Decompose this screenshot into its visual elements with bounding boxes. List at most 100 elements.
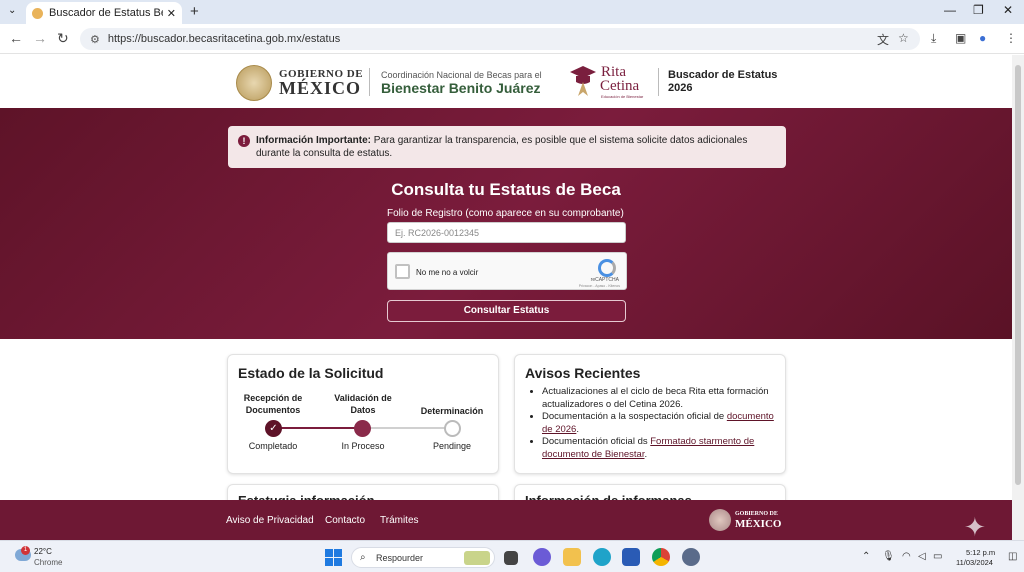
tray-chevron-icon[interactable]: ⌃ bbox=[862, 551, 870, 562]
footer-gob-line2: MÉXICO bbox=[735, 518, 782, 530]
divider bbox=[369, 68, 370, 96]
back-icon[interactable]: ← bbox=[9, 30, 23, 46]
gob-line2: MÉXICO bbox=[279, 78, 361, 98]
maximize-icon[interactable]: ❐ bbox=[973, 3, 984, 17]
browser-toolbar: ← → ↻ ⚙ https://buscador.becasritacetina… bbox=[0, 24, 1024, 54]
news-item: Documentación a la sospectación oficial … bbox=[542, 411, 774, 436]
chat-icon[interactable] bbox=[533, 548, 551, 566]
step-status: Completado bbox=[248, 441, 298, 451]
step-label: Determinación bbox=[420, 406, 484, 416]
address-bar[interactable]: ⚙ https://buscador.becasritacetina.gob.m… bbox=[80, 28, 920, 50]
graduation-cap-logo-icon bbox=[570, 66, 596, 96]
clock-date[interactable]: 11/03/2024 bbox=[956, 558, 993, 567]
close-tab-icon[interactable]: ✕ bbox=[167, 7, 176, 20]
weather-badge: 1 bbox=[21, 546, 30, 555]
news-text: Documentación oficial ds bbox=[542, 436, 651, 447]
exclamation-icon: ! bbox=[238, 135, 250, 147]
step-status: Pendinge bbox=[432, 441, 472, 451]
form-title: Consulta tu Estatus de Beca bbox=[391, 180, 621, 199]
alert-bold: Información Importante: bbox=[256, 135, 372, 146]
footer-link-contacto[interactable]: Contacto bbox=[325, 515, 365, 526]
step-pending-dot bbox=[444, 420, 461, 437]
close-window-icon[interactable]: ✕ bbox=[1003, 3, 1013, 17]
divider bbox=[658, 68, 659, 96]
folio-label: Folio de Registro (como aparece en su co… bbox=[387, 208, 624, 219]
progress-line-pending bbox=[363, 427, 453, 429]
file-explorer-icon[interactable] bbox=[563, 548, 581, 566]
footer-gob-line1: GOBIERNO DE bbox=[735, 511, 778, 517]
cetina-text: Cetina bbox=[600, 78, 640, 94]
status-card-title: Estado de la Solicitud bbox=[238, 365, 384, 381]
store-icon[interactable] bbox=[622, 548, 640, 566]
microphone-icon[interactable]: 🎙 bbox=[882, 551, 895, 562]
progress-line-done bbox=[273, 427, 363, 429]
info-alert: ! Información Importante: Para garantiza… bbox=[228, 126, 786, 168]
step-label: Recepción de Documentos bbox=[243, 393, 303, 415]
weather-sub: Chrome bbox=[34, 558, 63, 567]
site-footer bbox=[0, 500, 1012, 540]
step-current-dot bbox=[354, 420, 371, 437]
download-icon[interactable]: ⤓ bbox=[931, 31, 936, 46]
news-text: Actualizaciones al el ciclo de beca Rita… bbox=[542, 386, 769, 410]
gobierno-seal-icon bbox=[236, 65, 272, 101]
step-done-check-icon: ✓ bbox=[265, 420, 282, 437]
footer-seal-icon bbox=[709, 509, 731, 531]
recaptcha-widget: No me no a volcir reCAPTCHA Privacon - A… bbox=[387, 252, 627, 290]
profile-icon[interactable]: ● bbox=[979, 31, 986, 45]
site-info-icon[interactable]: ⚙ bbox=[90, 33, 100, 46]
windows-start-icon[interactable] bbox=[325, 549, 342, 566]
buscador-title: Buscador de Estatus bbox=[668, 69, 778, 81]
minimize-icon[interactable]: — bbox=[944, 3, 956, 17]
news-text: Documentación a la sospectación oficial … bbox=[542, 411, 727, 422]
coord-line1: Coordinación Nacional de Becas para el bbox=[381, 70, 542, 80]
tab-title: Buscador de Estatus Beca Rita C bbox=[49, 7, 163, 19]
bookmark-star-icon[interactable]: ☆ bbox=[898, 31, 909, 45]
news-after: . bbox=[576, 423, 579, 435]
volume-icon[interactable]: ◁ bbox=[918, 551, 926, 562]
sparkle-icon: ✦ bbox=[964, 512, 986, 542]
clock-time[interactable]: 5:12 p.m bbox=[966, 548, 995, 557]
recaptcha-links[interactable]: Privacon - Apaso - Kitenos bbox=[579, 284, 620, 288]
taskbar-search[interactable]: ⌕ Respourder bbox=[351, 547, 495, 568]
recaptcha-brand: reCAPTCHA bbox=[590, 277, 619, 283]
recaptcha-logo-icon bbox=[598, 259, 616, 277]
folio-input[interactable] bbox=[387, 222, 626, 243]
wifi-icon[interactable]: ◠ bbox=[902, 551, 911, 562]
favicon-icon bbox=[32, 7, 43, 19]
page-scrollbar[interactable] bbox=[1012, 55, 1024, 540]
footer-link-privacidad[interactable]: Aviso de Privacidad bbox=[226, 515, 314, 526]
translate-icon[interactable]: 文 bbox=[877, 31, 889, 48]
menu-icon[interactable]: ⋮ bbox=[1005, 31, 1017, 45]
news-card-title: Avisos Recientes bbox=[525, 365, 641, 381]
step-status: In Proceso bbox=[341, 441, 385, 451]
reload-icon[interactable]: ↻ bbox=[57, 30, 69, 47]
news-after: . bbox=[644, 448, 648, 460]
consultar-button[interactable]: Consultar Estatus bbox=[387, 300, 626, 322]
search-icon: ⌕ bbox=[360, 552, 366, 563]
browser-tab[interactable]: Buscador de Estatus Beca Rita C ✕ bbox=[26, 2, 182, 24]
step-label: Validación de Datos bbox=[334, 393, 392, 415]
settings-gear-icon[interactable] bbox=[682, 548, 700, 566]
chrome-icon[interactable] bbox=[652, 548, 670, 566]
search-label: Respourder bbox=[376, 553, 424, 563]
scrollbar-thumb[interactable] bbox=[1015, 65, 1021, 485]
footer-link-tramites[interactable]: Trámites bbox=[380, 515, 419, 526]
sidepanel-icon[interactable]: ▣ bbox=[955, 31, 966, 45]
edge-icon[interactable] bbox=[593, 548, 611, 566]
notifications-icon[interactable]: ◫ bbox=[1008, 551, 1017, 562]
coord-line2: Bienestar Benito Juárez bbox=[381, 80, 541, 96]
rc-tagline: Educación de Bienestar bbox=[601, 94, 644, 99]
forward-icon[interactable]: → bbox=[33, 30, 47, 46]
task-view-icon[interactable] bbox=[504, 551, 518, 565]
new-tab-icon[interactable]: + bbox=[190, 3, 199, 20]
tab-search-icon[interactable]: ⌄ bbox=[8, 5, 16, 16]
captcha-label: No me no a volcir bbox=[416, 268, 479, 277]
battery-icon[interactable]: ▭ bbox=[933, 551, 942, 562]
weather-temp[interactable]: 22°C bbox=[34, 547, 52, 556]
news-item: Documentación oficial ds Formatado starm… bbox=[542, 436, 774, 461]
search-highlight-icon bbox=[464, 551, 490, 565]
captcha-checkbox[interactable] bbox=[395, 264, 410, 279]
url-text: https://buscador.becasritacetina.gob.mx/… bbox=[107, 33, 341, 45]
buscador-year: 2026 bbox=[668, 82, 693, 94]
news-item: Actualizaciones al el ciclo de beca Rita… bbox=[542, 386, 774, 411]
